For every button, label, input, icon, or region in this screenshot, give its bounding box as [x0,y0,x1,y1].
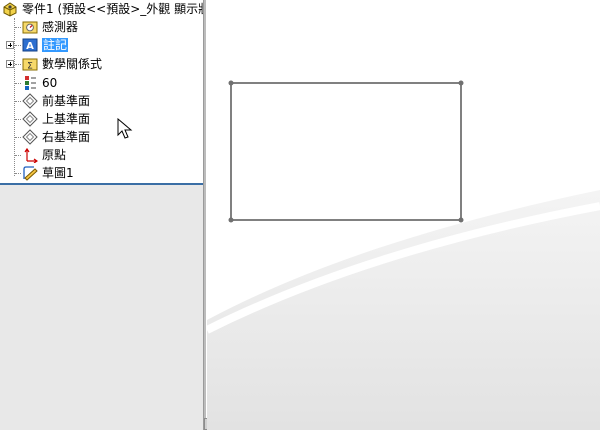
tree-branch-line [15,155,21,156]
tree-item-right-plane[interactable]: 右基準面 [0,128,203,146]
plane-icon [22,111,38,127]
tree-item-label: 草圖1 [42,166,74,180]
tree-item-top-plane[interactable]: 上基準面 [0,110,203,128]
background-gradient [207,190,600,430]
tree-item-material[interactable]: 60 [0,74,203,92]
sensor-folder-icon [22,21,38,34]
tree-branch-line [15,101,21,102]
tree-item-origin[interactable]: 原點 [0,146,203,164]
annotation-icon: A [22,38,38,52]
tree-item-label: 右基準面 [42,130,91,144]
tree-item-sketch1[interactable]: 草圖1 [0,164,203,182]
tree-item-annotations[interactable]: A 註記 [0,36,203,54]
tree-branch-line [15,64,21,65]
tree-branch-line [15,137,21,138]
expand-toggle[interactable] [6,41,14,49]
svg-text:Σ: Σ [27,62,33,72]
plane-icon [22,93,38,109]
sketch-icon [23,166,38,181]
part-icon [3,2,17,17]
tree-branch-line [15,27,21,28]
tree-item-front-plane[interactable]: 前基準面 [0,92,203,110]
sketch-vertex[interactable] [228,217,234,223]
sketch-vertex[interactable] [458,217,464,223]
sketch-vertex[interactable] [458,80,464,86]
tree-item-label: 上基準面 [42,112,91,126]
svg-text:A: A [26,41,34,52]
tree-item-label: 感測器 [42,20,79,34]
tree-item-label: 原點 [42,148,67,162]
mouse-cursor-icon [117,118,133,139]
tree-item-equations[interactable]: Σ 數學關係式 [0,55,203,73]
tree-root-label: 零件1 (預設<<預設>_外觀 顯示狀 [22,2,203,16]
material-icon [25,76,36,90]
graphics-area[interactable] [207,0,600,430]
tree-branch-line [15,45,21,46]
tree-item-label: 60 [42,76,58,90]
expand-toggle[interactable] [6,60,14,68]
sketch-rectangle[interactable] [228,80,464,223]
tree-item-label: 數學關係式 [42,57,103,71]
feature-manager-tree: 零件1 (預設<<預設>_外觀 顯示狀 感測器 A 註記 Σ 數學關係式 60 … [0,0,203,430]
panel-splitter[interactable] [203,0,206,430]
plane-icon [22,129,38,145]
origin-icon [24,147,38,163]
tree-item-sensors[interactable]: 感測器 [0,18,203,36]
tree-branch-line [15,173,21,174]
tree-item-label: 前基準面 [42,94,91,108]
tree-item-label-selected: 註記 [42,38,69,52]
tree-branch-line [15,83,21,84]
tree-root-part[interactable]: 零件1 (預設<<預設>_外觀 顯示狀 [0,0,203,18]
tree-divider [0,183,203,185]
sketch-vertex[interactable] [228,80,234,86]
equation-folder-icon: Σ [22,58,38,72]
tree-branch-line [15,119,21,120]
graphics-viewport [207,80,600,430]
